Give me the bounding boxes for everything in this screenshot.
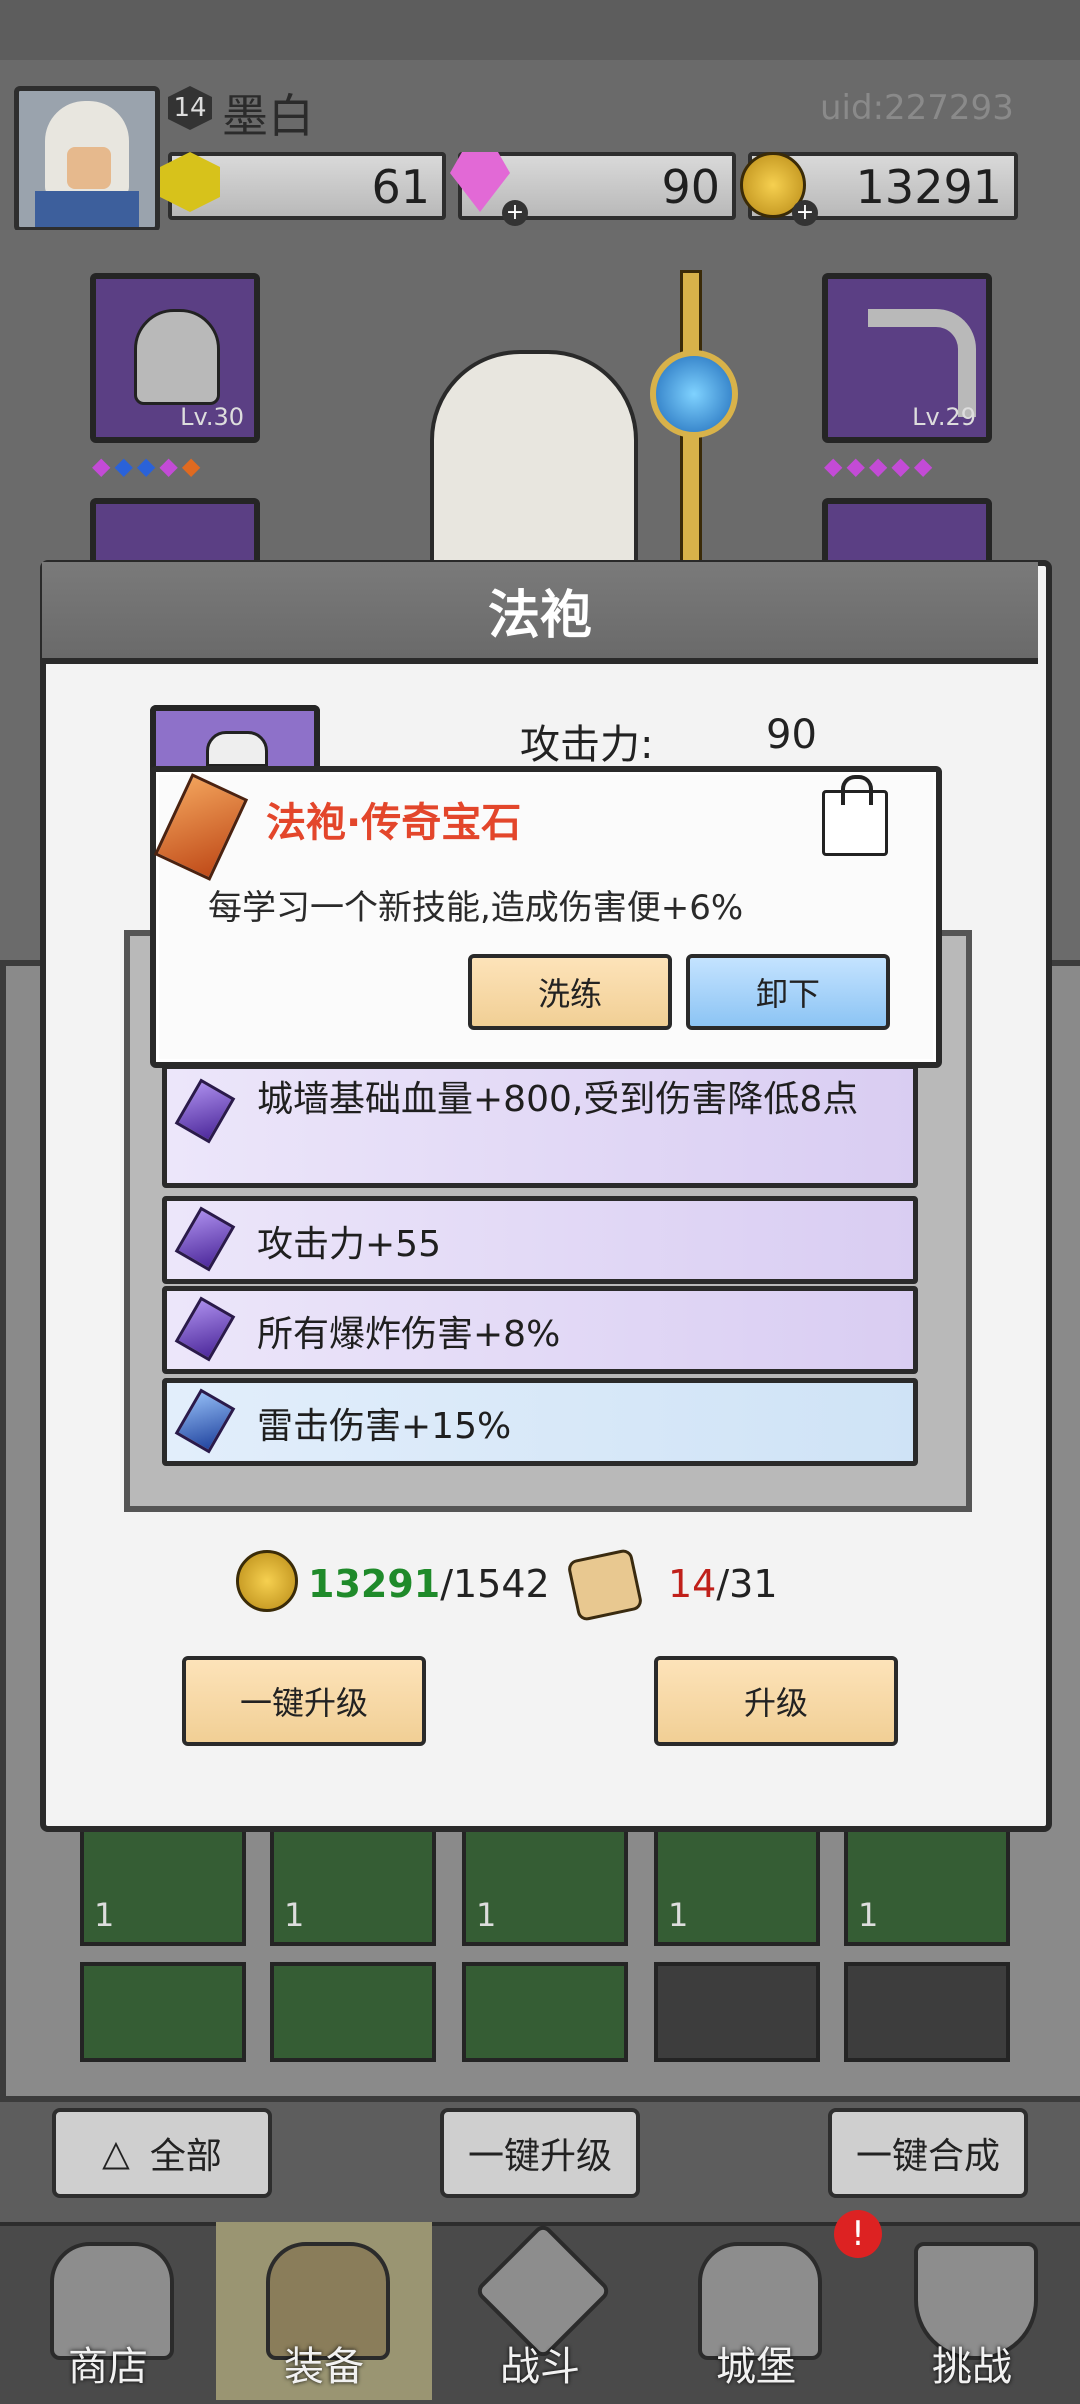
gold-hex-icon [160,152,220,212]
inventory-item[interactable] [462,1962,628,2062]
inventory-item[interactable]: 1 [80,1818,246,1946]
weapon-rating: ◆◆◆◆◆ [824,452,937,480]
nav-battle[interactable]: 战斗 [432,2221,648,2400]
filter-triangle-icon: △ [102,2132,130,2174]
inventory-item[interactable]: 1 [654,1818,820,1946]
nav-shop[interactable]: 商店 [0,2222,216,2400]
refine-button[interactable]: 洗练 [468,954,672,1030]
attribute-row: 攻击力+55 [162,1196,918,1284]
equip-slot-helmet[interactable]: Lv.30 [90,273,260,443]
inventory-item[interactable] [80,1962,246,2062]
player-uid: uid:227293 [820,88,1014,128]
resource-gold-hex: 61 [160,152,446,220]
add-coin-icon[interactable]: + [792,200,818,226]
attack-label: 攻击力: [520,722,654,768]
one-key-upgrade-button[interactable]: 一键升级 [182,1656,426,1746]
blue-gem-icon [174,1388,236,1454]
inventory-item[interactable]: 1 [462,1818,628,1946]
coin-cost: 13291/1542 [308,1562,550,1606]
robe-icon [206,731,268,767]
attribute-row: 雷击伤害+15% [162,1378,918,1466]
inventory-item[interactable] [654,1962,820,2062]
purple-gem-icon [174,1078,236,1144]
player-name: 墨白 [222,89,314,143]
inventory-item[interactable]: 1 [270,1818,436,1946]
nav-castle[interactable]: ! 城堡 [648,2210,882,2400]
add-gem-icon[interactable]: + [502,200,528,226]
gem-icon [450,152,510,212]
modal-title: 法袍 [487,585,592,646]
weapon-icon [868,309,976,417]
unequip-button[interactable]: 卸下 [686,954,890,1030]
resource-gem[interactable]: + 90 [450,152,736,226]
inventory-item[interactable] [844,1962,1010,2062]
upgrade-all-button[interactable]: 一键升级 [440,2108,640,2198]
modal-header: 法袍 [42,562,1038,664]
inventory-item[interactable]: 1 [844,1818,1010,1946]
attribute-row: 所有爆炸伤害+8% [162,1286,918,1374]
nav-challenge[interactable]: 挑战 [864,2222,1080,2400]
nav-equipment[interactable]: 装备 [216,2222,432,2400]
purple-gem-icon [174,1206,236,1272]
player-avatar[interactable] [14,86,160,232]
helmet-icon [134,309,220,405]
attribute-row: 城墙基础血量+800,受到伤害降低8点 [162,1064,918,1188]
inventory-item[interactable] [270,1962,436,2062]
equip-slot-weapon[interactable]: Lv.29 [822,273,992,443]
gem-description: 每学习一个新技能,造成伤害便+6% [208,888,744,928]
scroll-cost: 14/31 [668,1562,778,1606]
upgrade-button[interactable]: 升级 [654,1656,898,1746]
coin-icon [236,1550,298,1612]
helmet-rating: ◆◆◆◆◆ [92,452,205,480]
resource-coin[interactable]: + 13291 [740,152,1018,226]
unlock-icon[interactable] [822,775,888,856]
gem-title: 法袍·传奇宝石 [266,800,522,846]
filter-all-button[interactable]: △ 全部 [52,2108,272,2198]
attack-value: 90 [766,712,817,758]
merge-all-button[interactable]: 一键合成 [828,2108,1028,2198]
staff-orb-icon [650,350,738,438]
purple-gem-icon [174,1296,236,1362]
